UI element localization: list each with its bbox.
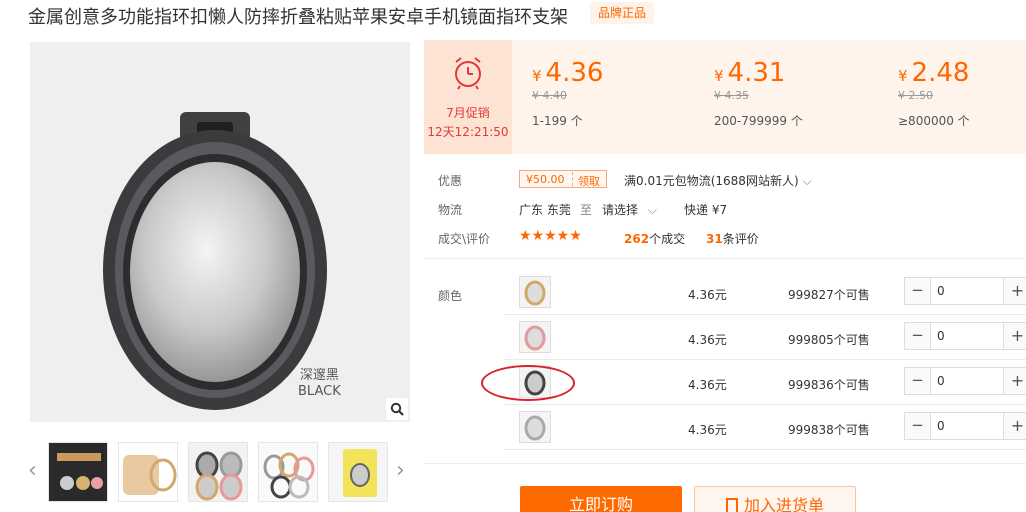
sku-price: 4.36元 xyxy=(688,378,727,392)
deals-count: 262 xyxy=(624,232,650,246)
quantity-input[interactable]: 0 xyxy=(937,374,945,388)
add-to-cart-button[interactable]: 加入进货单 xyxy=(694,486,856,512)
destination-value: 请选择 xyxy=(602,203,639,217)
thumbnail[interactable] xyxy=(328,442,388,502)
price-bar: 7月促销 12天12:21:50 ¥4.36 ¥ 4.40 1-199 个 ¥4… xyxy=(424,40,1026,154)
decrement-button[interactable]: − xyxy=(905,323,931,349)
decrement-button[interactable]: − xyxy=(905,413,931,439)
sku-stock: 999827个可售 xyxy=(788,288,870,302)
quantity-input[interactable]: 0 xyxy=(937,329,945,343)
tier-quantity: ≥800000 个 xyxy=(898,114,970,128)
sku-row: 4.36元 999836个可售 − 0 + xyxy=(504,360,1026,405)
thumbnail[interactable] xyxy=(258,442,318,502)
product-title: 金属创意多功能指环扣懒人防摔折叠粘贴苹果安卓手机镜面指环支架 xyxy=(28,7,568,28)
reviews-label: 成交\评价 xyxy=(438,232,491,246)
sku-stock: 999836个可售 xyxy=(788,378,870,392)
currency-symbol: ¥ xyxy=(714,67,724,85)
clipboard-icon xyxy=(725,498,738,512)
quantity-stepper: − 0 + xyxy=(904,277,1026,305)
sku-price: 4.36元 xyxy=(688,333,727,347)
quantity-input[interactable]: 0 xyxy=(937,284,945,298)
tier-old-price: ¥ 2.50 xyxy=(898,89,933,102)
rating-stars: ★★★★★ xyxy=(519,228,582,244)
sku-stock: 999838个可售 xyxy=(788,423,870,437)
destination-select[interactable]: 请选择 ⌵ xyxy=(602,201,657,218)
price-tier-2: ¥4.31 ¥ 4.35 200-799999 个 xyxy=(714,58,803,129)
tier-price: 4.31 xyxy=(727,58,786,88)
thumbnail-strip: ‹ › xyxy=(28,440,418,502)
sku-stock: 999805个可售 xyxy=(788,333,870,347)
currency-symbol: ¥ xyxy=(898,67,908,85)
promo-countdown: 12天12:21:50 xyxy=(427,125,509,139)
main-product-image[interactable]: 深邃黑 BLACK xyxy=(30,42,410,422)
price-tier-1: ¥4.36 ¥ 4.40 1-199 个 xyxy=(532,58,603,129)
deals-label: 个成交 xyxy=(649,232,686,246)
sku-thumbnail-pink[interactable] xyxy=(519,321,551,353)
tier-old-price: ¥ 4.40 xyxy=(532,89,567,102)
shipping-label: 物流 xyxy=(438,203,463,217)
review-label: 条评价 xyxy=(722,232,759,246)
color-caption: 深邃黑 BLACK xyxy=(298,368,341,400)
thumbnail[interactable] xyxy=(188,442,248,502)
sku-price: 4.36元 xyxy=(688,423,727,437)
price-tier-3: ¥2.48 ¥ 2.50 ≥800000 个 xyxy=(898,58,970,129)
tier-quantity: 200-799999 个 xyxy=(714,114,803,128)
ring-holder-image xyxy=(103,112,327,410)
coupon-amount: ¥50.00 xyxy=(526,173,565,186)
discount-text[interactable]: 满0.01元包物流(1688网站新人) ⌵ xyxy=(624,172,812,189)
chevron-down-icon[interactable]: ⌵ xyxy=(648,203,657,217)
thumbnail[interactable] xyxy=(118,442,178,502)
selection-highlight-circle xyxy=(481,365,575,401)
sku-row: 4.36元 999838个可售 − 0 + xyxy=(504,405,1026,450)
chevron-down-icon[interactable]: ⌵ xyxy=(802,174,811,188)
coupon-divider xyxy=(572,172,573,186)
tier-old-price: ¥ 4.35 xyxy=(714,89,749,102)
sku-row: 4.36元 999827个可售 − 0 + xyxy=(504,270,1026,315)
decrement-button[interactable]: − xyxy=(905,278,931,304)
add-to-cart-label: 加入进货单 xyxy=(743,496,824,512)
quantity-stepper: − 0 + xyxy=(904,322,1026,350)
quantity-input[interactable]: 0 xyxy=(937,419,945,433)
shipping-method: 快递 ¥7 xyxy=(684,203,728,217)
order-now-button[interactable]: 立即订购 xyxy=(520,486,682,512)
divider xyxy=(424,463,1026,464)
sku-thumbnail-gold[interactable] xyxy=(519,276,551,308)
alarm-clock-icon xyxy=(455,57,481,90)
deals-count-link[interactable]: 262个成交 xyxy=(624,230,685,247)
increment-button[interactable]: + xyxy=(1003,278,1026,304)
sku-color-label: 颜色 xyxy=(438,289,463,303)
thumb-prev-icon[interactable]: ‹ xyxy=(28,458,37,483)
thumb-next-icon[interactable]: › xyxy=(396,458,405,483)
zoom-icon[interactable] xyxy=(386,398,408,420)
sku-row: 4.36元 999805个可售 − 0 + xyxy=(504,315,1026,360)
increment-button[interactable]: + xyxy=(1003,323,1026,349)
brand-badge: 品牌正品 xyxy=(590,2,655,24)
coupon-claim[interactable]: 领取 xyxy=(578,173,600,189)
color-name-en: BLACK xyxy=(298,384,341,399)
currency-symbol: ¥ xyxy=(532,67,542,85)
discount-description: 满0.01元包物流(1688网站新人) xyxy=(624,174,799,188)
color-name-cn: 深邃黑 xyxy=(299,368,339,383)
review-count: 31 xyxy=(706,232,723,246)
sku-thumbnail-silver[interactable] xyxy=(519,411,551,443)
shipping-to: 至 xyxy=(580,203,593,217)
discount-label: 优惠 xyxy=(438,174,463,188)
thumbnail[interactable] xyxy=(48,442,108,502)
increment-button[interactable]: + xyxy=(1003,368,1026,394)
coupon-button[interactable]: ¥50.00 领取 xyxy=(519,170,607,188)
promo-box: 7月促销 12天12:21:50 xyxy=(424,40,512,154)
quantity-stepper: − 0 + xyxy=(904,412,1026,440)
tier-quantity: 1-199 个 xyxy=(532,114,583,128)
tier-price: 2.48 xyxy=(911,58,970,88)
promo-label: 7月促销 xyxy=(446,106,490,120)
tier-price: 4.36 xyxy=(545,58,604,88)
review-count-link[interactable]: 31条评价 xyxy=(706,230,759,247)
increment-button[interactable]: + xyxy=(1003,413,1026,439)
decrement-button[interactable]: − xyxy=(905,368,931,394)
sku-price: 4.36元 xyxy=(688,288,727,302)
divider xyxy=(424,258,1026,259)
quantity-stepper: − 0 + xyxy=(904,367,1026,395)
shipping-origin: 广东 东莞 xyxy=(519,203,571,217)
